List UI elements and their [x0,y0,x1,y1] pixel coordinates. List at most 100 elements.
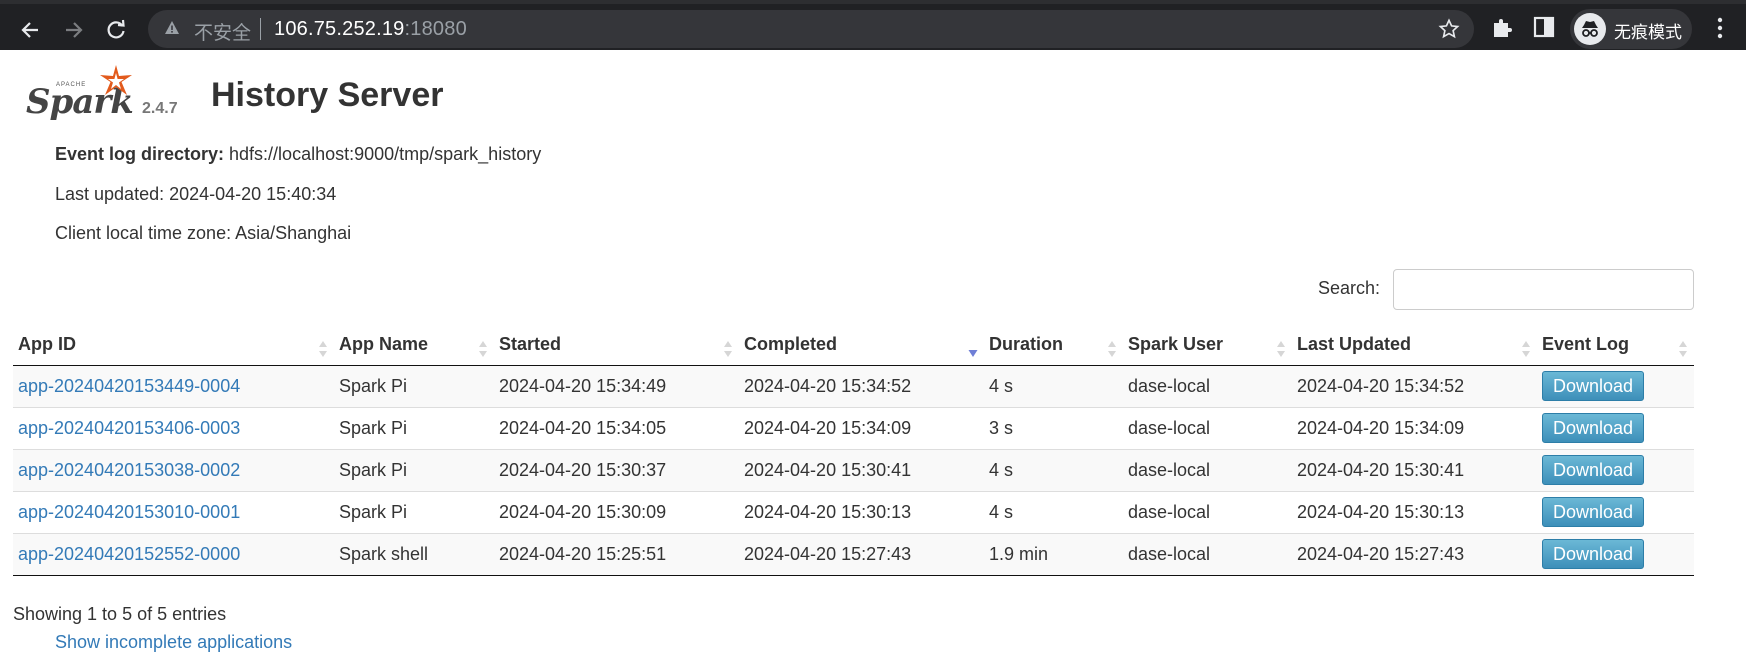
cell-app-name: Spark shell [334,532,494,576]
cell-spark-user: dase-local [1123,490,1292,533]
cell-app-id: app-20240420153038-0002 [13,448,334,491]
app-id-link[interactable]: app-20240420153010-0001 [18,502,240,522]
cell-completed: 2024-04-20 15:34:52 [739,365,984,407]
browser-menu-icon[interactable] [1708,14,1732,42]
sort-both-icon [724,341,732,357]
table-info: Showing 1 to 5 of 5 entries [13,604,227,624]
cell-started: 2024-04-20 15:34:05 [494,406,739,449]
cell-last-updated: 2024-04-20 15:27:43 [1292,532,1537,576]
table-row: app-20240420153449-0004 Spark Pi 2024-04… [13,365,1694,407]
event-log-label: Event log directory: [55,144,225,164]
cell-app-name: Spark Pi [334,406,494,449]
spark-star-icon [100,65,132,95]
table-header-row: App ID App Name Started Completed Durati… [13,325,1694,366]
column-header-event-log[interactable]: Event Log [1537,325,1694,366]
sort-both-icon [1679,341,1687,357]
cell-duration: 1.9 min [984,532,1123,576]
cell-duration: 3 s [984,406,1123,449]
cell-event-log: Download [1537,365,1694,407]
forward-button[interactable] [56,12,92,48]
sort-both-icon [1277,341,1285,357]
back-button[interactable] [12,12,48,48]
app-id-link[interactable]: app-20240420153406-0003 [18,418,240,438]
cell-last-updated: 2024-04-20 15:30:41 [1292,448,1537,491]
cell-app-id: app-20240420153010-0001 [13,490,334,533]
column-header-completed[interactable]: Completed [739,325,984,366]
cell-spark-user: dase-local [1123,448,1292,491]
search-label: Search: [1318,278,1381,298]
insecure-label: 不安全 [194,23,252,44]
sort-both-icon [1108,341,1116,357]
client-timezone: Client local time zone: Asia/Shanghai [55,223,352,243]
url-port: :18080 [404,18,467,40]
cell-started: 2024-04-20 15:30:37 [494,448,739,491]
cell-app-id: app-20240420153449-0004 [13,365,334,407]
table-row: app-20240420153038-0002 Spark Pi 2024-04… [13,448,1694,491]
extensions-puzzle-icon[interactable] [1490,16,1514,40]
search-input[interactable] [1393,269,1694,310]
cell-spark-user: dase-local [1123,406,1292,449]
app-id-link[interactable]: app-20240420153038-0002 [18,460,240,480]
cell-event-log: Download [1537,490,1694,533]
column-header-app-id[interactable]: App ID [13,325,334,366]
column-header-duration[interactable]: Duration [984,325,1123,366]
incognito-icon [1582,21,1598,37]
download-button[interactable]: Download [1542,413,1645,443]
cell-spark-user: dase-local [1123,365,1292,407]
incognito-label: 无痕模式 [1614,23,1682,42]
url-text: 106.75.252.19:18080 [274,18,467,41]
show-incomplete-link[interactable]: Show incomplete applications [55,632,292,653]
address-bar[interactable]: 不安全 106.75.252.19:18080 [148,10,1474,48]
column-header-app-name[interactable]: App Name [334,325,494,366]
cell-completed: 2024-04-20 15:34:09 [739,406,984,449]
cell-last-updated: 2024-04-20 15:34:52 [1292,365,1537,407]
cell-started: 2024-04-20 15:30:09 [494,490,739,533]
cell-duration: 4 s [984,448,1123,491]
cell-last-updated: 2024-04-20 15:30:13 [1292,490,1537,533]
cell-duration: 4 s [984,365,1123,407]
download-button[interactable]: Download [1542,455,1645,485]
download-button[interactable]: Download [1542,371,1645,401]
cell-spark-user: dase-local [1123,532,1292,576]
browser-toolbar: 不安全 106.75.252.19:18080 无痕模式 [0,0,1746,50]
side-panel-icon[interactable] [1533,16,1555,38]
reload-icon [107,19,125,39]
cell-app-id: app-20240420153406-0003 [13,406,334,449]
sort-both-icon [479,341,487,357]
spark-version: 2.4.7 [142,100,178,117]
app-id-link[interactable]: app-20240420152552-0000 [18,544,240,564]
cell-completed: 2024-04-20 15:27:43 [739,532,984,576]
page-title: History Server [211,76,444,114]
forward-arrow-icon [66,22,83,38]
download-button[interactable]: Download [1542,539,1645,569]
app-id-link[interactable]: app-20240420153449-0004 [18,376,240,396]
bookmark-star-icon[interactable] [1438,18,1460,40]
cell-app-name: Spark Pi [334,448,494,491]
column-header-started[interactable]: Started [494,325,739,366]
url-host: 106.75.252.19 [274,18,405,40]
reload-button[interactable] [98,12,134,48]
spark-logo[interactable]: APACHE Spark [26,64,146,122]
table-row: app-20240420153010-0001 Spark Pi 2024-04… [13,490,1694,533]
download-button[interactable]: Download [1542,497,1645,527]
cell-event-log: Download [1537,448,1694,491]
cell-completed: 2024-04-20 15:30:41 [739,448,984,491]
cell-event-log: Download [1537,406,1694,449]
column-header-spark-user[interactable]: Spark User [1123,325,1292,366]
cell-completed: 2024-04-20 15:30:13 [739,490,984,533]
table-row: app-20240420152552-0000 Spark shell 2024… [13,532,1694,576]
cell-last-updated: 2024-04-20 15:34:09 [1292,406,1537,449]
cell-started: 2024-04-20 15:34:49 [494,365,739,407]
column-header-last-updated[interactable]: Last Updated [1292,325,1537,366]
warning-triangle-icon [165,21,179,34]
cell-duration: 4 s [984,490,1123,533]
last-updated: Last updated: 2024-04-20 15:40:34 [55,184,337,204]
url-separator [260,18,261,40]
incognito-avatar [1574,13,1606,45]
sort-both-icon [1522,341,1530,357]
cell-app-id: app-20240420152552-0000 [13,532,334,576]
cell-event-log: Download [1537,532,1694,576]
cell-app-name: Spark Pi [334,490,494,533]
sort-desc-icon [968,350,978,357]
incognito-profile-button[interactable]: 无痕模式 [1570,9,1692,49]
